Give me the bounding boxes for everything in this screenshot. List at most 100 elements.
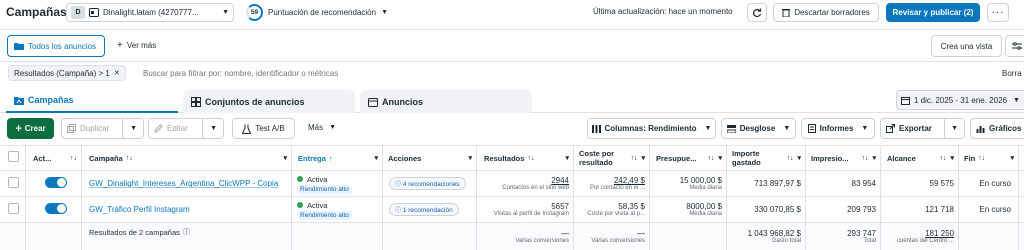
cost-sub: Coste por visita al p... <box>587 211 645 217</box>
row-toggle[interactable] <box>45 203 67 214</box>
trash-icon <box>782 8 791 17</box>
cost-value[interactable]: 242,49 $ <box>614 176 645 185</box>
see-more-label: Ver más <box>126 41 157 50</box>
actions-cell[interactable]: ⓘ 1 recomendación <box>389 197 476 222</box>
tab-adsets[interactable]: Conjuntos de anuncios <box>183 90 355 114</box>
results-value[interactable]: 2944 <box>551 176 569 185</box>
results-cell: 5657 Visitas al perfil de Instagram <box>477 197 573 222</box>
chevron-down-icon: ▼ <box>381 9 389 16</box>
sort-asc-icon: ↑ <box>328 153 333 163</box>
summary-spent-cell: 1 043 968,82 $ Gasto total <box>727 223 805 250</box>
column-menu-icon: ▾ <box>468 155 472 162</box>
chevron-down-icon: ▼ <box>1012 96 1020 104</box>
column-menu-icon: ▾ <box>797 155 801 162</box>
results-value[interactable]: 5657 <box>551 202 569 211</box>
results-sub: Contactos en el sitio web <box>502 185 569 191</box>
summary-results-cell: — Varias conversiones <box>477 223 573 250</box>
summary-reach[interactable]: 181 250 <box>925 229 954 238</box>
col-results[interactable]: Resultados ↑↓ ▾ <box>484 146 573 170</box>
discard-drafts-button[interactable]: Descartar borradores <box>773 3 879 22</box>
account-selector[interactable]: D Dinalight.latam (4270777... ▼ <box>66 3 234 22</box>
col-active[interactable]: Act... ↑↓ <box>33 146 81 170</box>
ab-test-label: Test A/B <box>255 124 285 133</box>
refresh-button[interactable] <box>747 3 767 22</box>
budget-sub: Media diaria <box>689 211 722 217</box>
col-cost-per-result[interactable]: Coste por resultado ↑↓ ▾ <box>579 146 649 170</box>
campaign-name-link[interactable]: GW_Tráfico Perfil Instagram <box>89 205 190 214</box>
row-checkbox[interactable] <box>8 203 19 214</box>
results-sub: Visitas al perfil de Instagram <box>493 211 569 217</box>
clear-filters-link[interactable]: Borra <box>1002 69 1022 78</box>
tab-adsets-label: Conjuntos de anuncios <box>205 97 305 107</box>
col-reach[interactable]: Alcance ↑↓ ▾ <box>887 146 958 170</box>
create-view-button[interactable]: Crea una vista <box>931 35 1002 57</box>
ab-test-button[interactable]: Test A/B <box>232 118 295 139</box>
table-row-campaign-name[interactable]: GW_Dinalight_Intereses_Argentina_ClicWPP… <box>89 171 289 196</box>
refresh-icon <box>752 8 762 18</box>
score-ring: 59 <box>246 4 263 21</box>
tab-ads[interactable]: Anuncios <box>360 90 532 114</box>
columns-button[interactable]: Columnas: Rendimiento ▼ <box>587 118 716 139</box>
charts-button[interactable]: Gráficos <box>970 118 1024 139</box>
column-menu-icon: ▾ <box>641 155 645 162</box>
cost-value[interactable]: 58,35 $ <box>618 202 645 211</box>
col-campaign[interactable]: Campaña ↑↓ ▾ <box>89 146 291 170</box>
col-impressions[interactable]: Impresio... ↑↓ ▾ <box>811 146 880 170</box>
page-title: Campañas <box>6 5 67 19</box>
table-row-campaign-name[interactable]: GW_Tráfico Perfil Instagram <box>89 197 289 222</box>
view-settings-button[interactable] <box>1005 35 1024 57</box>
tab-campaigns[interactable]: Campañas <box>6 89 178 113</box>
close-icon[interactable]: ✕ <box>114 69 120 77</box>
actions-cell[interactable]: ⓘ 4 recomendaciones <box>389 171 476 196</box>
chevron-down-icon: ▼ <box>222 9 229 16</box>
sort-icon: ↑↓ <box>978 154 986 162</box>
col-end[interactable]: Fin ↑↓ ▾ <box>964 146 1018 170</box>
create-button[interactable]: + Crear <box>7 118 54 139</box>
col-amount-spent[interactable]: Importe gastado ↑↓ ▾ <box>732 146 805 170</box>
edit-button[interactable]: Editar ▼ <box>148 118 224 139</box>
reports-button[interactable]: Informes ▼ <box>801 118 875 139</box>
row-checkbox[interactable] <box>8 177 19 188</box>
select-all-checkbox[interactable] <box>8 151 19 162</box>
charts-label: Gráficos <box>989 124 1022 133</box>
see-more-button[interactable]: + Ver más <box>117 40 156 51</box>
date-range-picker[interactable]: 1 dic. 2025 - 31 ene. 2026 ▼ <box>896 90 1024 110</box>
grid-icon <box>191 97 201 107</box>
col-budget[interactable]: Presupue... ↑↓ ▾ <box>656 146 726 170</box>
summary-spent: 1 043 968,82 $ <box>747 229 801 238</box>
more-options-button[interactable]: ··· <box>987 3 1009 22</box>
recommendations-pill[interactable]: ⓘ 1 recomendación <box>389 203 459 216</box>
chevron-down-icon: ▼ <box>704 125 712 132</box>
duplicate-label: Duplicar <box>80 124 110 133</box>
col-actions[interactable]: Acciones ▾ <box>388 146 476 170</box>
summary-reach-cell: 181 250 cuentas del Centro ... <box>881 223 958 250</box>
delivery-cell: Activa Rendimiento alto <box>297 172 382 196</box>
column-menu-icon: ▾ <box>283 155 287 162</box>
duplicate-button[interactable]: Duplicar ▼ <box>61 118 144 139</box>
col-end-label: Fin <box>964 153 976 163</box>
sort-icon: ↑↓ <box>527 154 535 162</box>
recommendation-score[interactable]: 59 Puntuación de recomendación ▼ <box>246 3 388 22</box>
impressions-cell: 83 954 <box>851 179 876 188</box>
export-label: Exportar <box>899 124 932 133</box>
summary-impressions: 293 747 <box>847 229 876 238</box>
summary-results: — <box>561 229 569 238</box>
row-toggle[interactable] <box>45 177 67 188</box>
recommendations-pill[interactable]: ⓘ 4 recomendaciones <box>389 177 466 190</box>
sort-icon: ↑↓ <box>939 154 947 162</box>
search-input[interactable] <box>143 66 443 80</box>
filter-chip[interactable]: Resultados (Campaña) > 1 ✕ <box>8 65 126 81</box>
reach-cell: 121 718 <box>925 205 954 214</box>
reports-label: Informes <box>819 124 854 133</box>
export-button[interactable]: Exportar ▼ <box>880 118 965 139</box>
col-delivery[interactable]: Entrega ↑ ▾ <box>298 146 382 170</box>
sort-icon: ↑↓ <box>786 154 794 162</box>
all-ads-button[interactable]: Todos los anuncios <box>7 35 105 57</box>
campaign-name-link[interactable]: GW_Dinalight_Intereses_Argentina_ClicWPP… <box>89 179 278 188</box>
more-dropdown[interactable]: Más ▼ <box>308 123 336 132</box>
summary-results-sub: Varias conversiones <box>515 238 569 244</box>
breakdown-button[interactable]: Desglose ▼ <box>721 118 796 139</box>
chevron-down-icon: ▼ <box>783 125 791 132</box>
review-publish-button[interactable]: Revisar y publicar (2) <box>886 3 980 22</box>
plus-icon: + <box>15 122 22 135</box>
